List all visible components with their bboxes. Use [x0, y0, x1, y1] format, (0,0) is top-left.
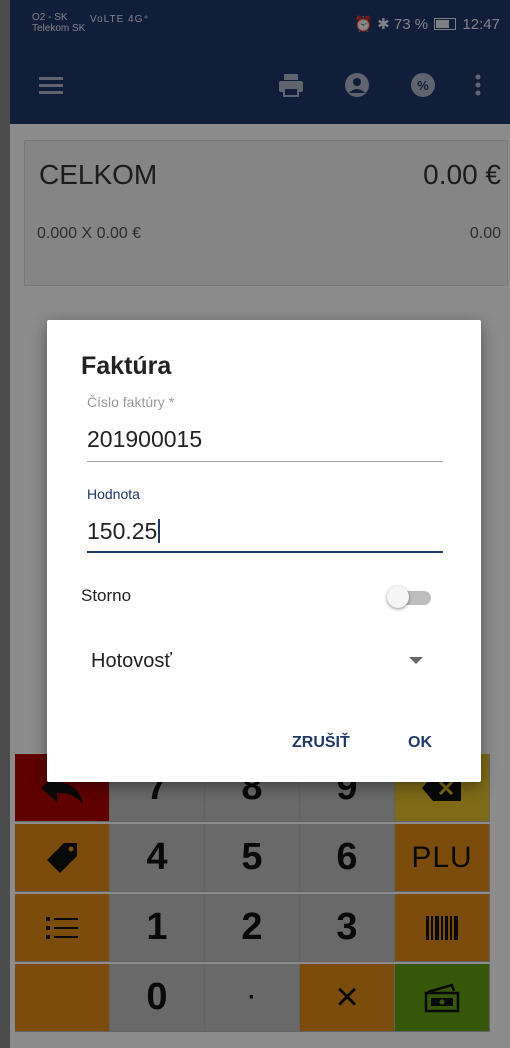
invoice-number-label: Číslo faktúry * [87, 394, 175, 410]
dropdown-arrow-icon[interactable] [409, 657, 423, 664]
ok-button[interactable]: OK [408, 734, 432, 752]
storno-label: Storno [81, 586, 132, 605]
invoice-number-field[interactable]: 201900015 [87, 426, 202, 453]
storno-toggle[interactable] [387, 586, 433, 608]
invoice-dialog: Faktúra Číslo faktúry * 201900015 Hodnot… [47, 320, 481, 782]
dialog-title: Faktúra [81, 352, 172, 380]
payment-method-select[interactable]: Hotovosť [91, 650, 172, 673]
amount-label: Hodnota [87, 486, 140, 502]
amount-underline [87, 551, 443, 553]
toggle-thumb [387, 586, 409, 608]
amount-value: 150.25 [87, 518, 158, 544]
amount-field[interactable]: 150.25 [87, 518, 161, 545]
cancel-button[interactable]: ZRUŠIŤ [292, 734, 350, 752]
invoice-number-underline [87, 461, 443, 462]
text-caret [158, 519, 161, 543]
